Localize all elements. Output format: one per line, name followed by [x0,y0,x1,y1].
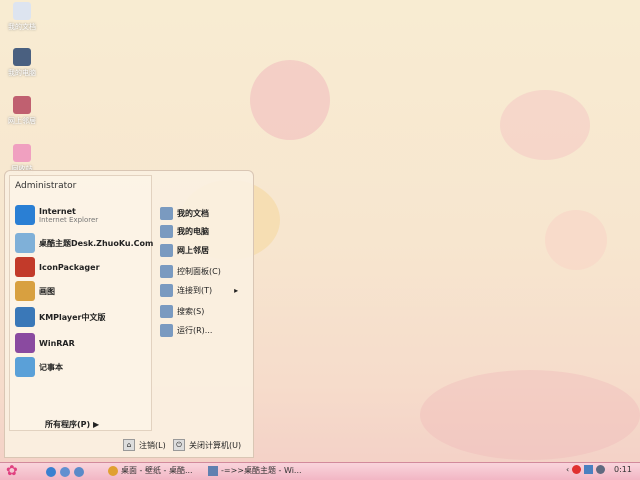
my-computer-icon [13,48,31,66]
start-button[interactable]: ✿ [6,464,28,479]
place-item[interactable]: 网上邻居 [160,244,209,257]
desktop-icon-network[interactable]: 网上邻居 [4,96,40,126]
system-tray: ‹ [566,465,606,474]
program-label: IconPackager [39,262,100,272]
clock: 0:11 [614,465,632,474]
my-computer-icon [160,225,173,238]
logoff-icon: ⌂ [123,439,135,451]
chrome-icon [108,465,118,476]
place-item[interactable]: 运行(R)... [160,324,212,337]
taskbar: ✿ 桌面 - 壁纸 - 桌酷... -=>>桌酷主题 - Wi... ‹ 0:1… [0,462,640,480]
all-programs-button[interactable]: 所有程序(P) ▶ [45,419,99,430]
place-item[interactable]: 我的文档 [160,207,209,220]
program-label: Internet Internet Explorer [39,206,99,224]
program-item[interactable]: 画图 [15,281,55,301]
program-item[interactable]: 记事本 [15,357,63,377]
user-name: Administrator [15,181,77,191]
network-icon [160,244,173,257]
my-documents-icon [160,207,173,220]
recycle-bin-icon [13,144,31,162]
arrow-right-icon: ▶ [92,420,100,429]
ie-quicklaunch-icon[interactable] [74,467,84,477]
program-label: WinRAR [39,338,75,348]
tray-expand-button[interactable]: ‹ [566,465,569,474]
program-label: 记事本 [39,362,63,372]
heart-balloon [545,210,607,270]
show-desktop-icon[interactable] [60,467,70,477]
program-item[interactable]: KMPlayer中文版 [15,307,106,327]
place-item[interactable]: 控制面板(C) [160,265,221,278]
security-icon[interactable] [596,465,606,474]
submenu-arrow-icon: ▸ [234,286,239,295]
desktop-icon-my-documents[interactable]: 我的文档 [4,2,40,32]
control-panel-icon [160,265,173,278]
winrar-icon [15,333,35,353]
program-label: 画图 [39,286,55,296]
notepad-icon [15,357,35,377]
power-icon: ⏻ [173,439,185,451]
iconpackager-icon [15,257,35,277]
program-label: KMPlayer中文版 [39,312,106,322]
place-item[interactable]: 我的电脑 [160,225,209,238]
network-icon [13,96,31,114]
zhuoku-icon [15,233,35,253]
my-documents-icon [13,2,31,20]
program-item[interactable]: 桌酷主题Desk.ZhuoKu.Com [15,233,153,253]
paint-icon [15,281,35,301]
search-icon [160,305,173,318]
window-icon [208,465,218,476]
network-tray-icon[interactable] [584,465,594,474]
program-item[interactable]: WinRAR [15,333,75,353]
program-item[interactable]: IconPackager [15,257,100,277]
program-item[interactable]: Internet Internet Explorer [15,205,98,225]
taskbar-task[interactable]: 桌面 - 壁纸 - 桌酷... [108,465,193,476]
ie-icon [15,205,35,225]
shutdown-button[interactable]: ⏻ 关闭计算机(U) [173,439,241,451]
taskbar-task[interactable]: -=>>桌酷主题 - Wi... [208,465,302,476]
ie-icon[interactable] [46,467,56,477]
kmplayer-icon [15,307,35,327]
place-item[interactable]: 搜索(S) [160,305,204,318]
logoff-button[interactable]: ⌂ 注销(L) [123,439,166,451]
program-label: 桌酷主题Desk.ZhuoKu.Com [39,238,154,248]
desktop-icon-my-computer[interactable]: 我的电脑 [4,48,40,78]
connect-icon [160,284,173,297]
start-menu: Administrator Internet Internet Explorer 桌… [4,170,254,458]
qq-icon[interactable] [572,465,582,474]
place-item[interactable]: 连接到(T) ▸ [160,284,238,297]
run-icon [160,324,173,337]
